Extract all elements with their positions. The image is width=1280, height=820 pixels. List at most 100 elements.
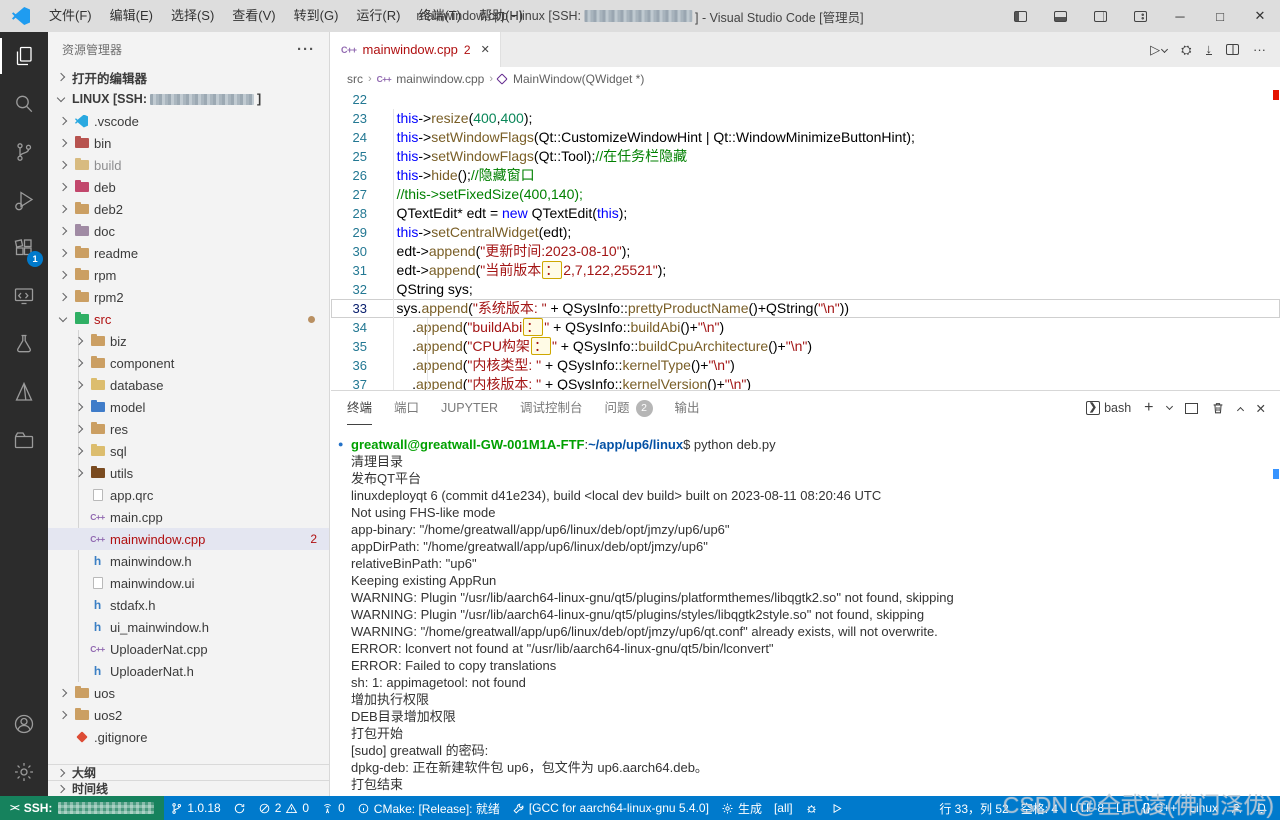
new-terminal-icon[interactable]: +	[1144, 399, 1153, 417]
tree-item-doc[interactable]: doc	[48, 220, 329, 242]
status-cmake-run[interactable]	[824, 796, 849, 820]
tree-item-component[interactable]: component	[48, 352, 329, 374]
activity-project-manager-icon[interactable]	[0, 416, 48, 464]
tree-item-build[interactable]: build	[48, 154, 329, 176]
deploy-icon[interactable]: ↓	[1206, 44, 1213, 55]
tree-item-sql[interactable]: sql	[48, 440, 329, 462]
panel-tab-调试控制台[interactable]: 调试控制台	[520, 391, 583, 425]
split-editor-icon[interactable]	[1226, 44, 1239, 55]
panel-tab-端口[interactable]: 端口	[394, 391, 419, 425]
tree-item-UploaderNat.cpp[interactable]: C++UploaderNat.cpp	[48, 638, 329, 660]
menu-文件[interactable]: 文件(F)	[40, 0, 101, 32]
tree-item-rpm[interactable]: rpm	[48, 264, 329, 286]
maximize-button[interactable]: □	[1200, 0, 1240, 32]
close-panel-icon[interactable]: ✕	[1256, 401, 1266, 416]
tree-item-res[interactable]: res	[48, 418, 329, 440]
open-editors-section[interactable]: 打开的编辑器	[48, 66, 329, 88]
toggle-sidebar-icon[interactable]	[1000, 0, 1040, 32]
tree-item-database[interactable]: database	[48, 374, 329, 396]
breadcrumb-item[interactable]: src	[347, 72, 363, 86]
workspace-root-section[interactable]: LINUX [SSH: ]	[48, 88, 329, 110]
split-terminal-icon[interactable]	[1185, 403, 1198, 414]
status-git-branch[interactable]: 1.0.18	[164, 796, 226, 820]
status-cmake-target[interactable]: [all]	[768, 796, 799, 820]
code-editor[interactable]: 2223 this->resize(400,400);24 this->setW…	[331, 90, 1280, 390]
activity-cmake-icon[interactable]	[0, 368, 48, 416]
activity-extensions-icon[interactable]: 1	[0, 224, 48, 272]
tree-item-uos[interactable]: uos	[48, 682, 329, 704]
tab-mainwindow-cpp[interactable]: C++ mainwindow.cpp 2 ✕	[331, 32, 501, 67]
status-cursor-position[interactable]: 行 33，列 52	[933, 796, 1014, 820]
menu-转到[interactable]: 转到(G)	[285, 0, 348, 32]
tree-item-mainwindow.h[interactable]: hmainwindow.h	[48, 550, 329, 572]
tree-item-bin[interactable]: bin	[48, 132, 329, 154]
breadcrumb-item[interactable]: mainwindow.cpp	[396, 72, 484, 86]
settings-gear-icon[interactable]: ⛭	[1181, 42, 1191, 58]
status-git-sync[interactable]	[227, 796, 252, 820]
tree-item-rpm2[interactable]: rpm2	[48, 286, 329, 308]
tree-item-biz[interactable]: biz	[48, 330, 329, 352]
close-button[interactable]: ✕	[1240, 0, 1280, 32]
tree-item-.vscode[interactable]: .vscode	[48, 110, 329, 132]
activity-explorer-icon[interactable]	[0, 32, 48, 80]
terminal-dropdown-icon[interactable]	[1165, 403, 1172, 410]
tree-item-mainwindow.cpp[interactable]: C++mainwindow.cpp2	[48, 528, 329, 550]
tree-item-src[interactable]: src	[48, 308, 329, 330]
more-actions-icon[interactable]: ···	[1253, 42, 1266, 57]
tree-item-main.cpp[interactable]: C++main.cpp	[48, 506, 329, 528]
status-cmake-variant[interactable]: CMake: [Release]: 就绪	[351, 796, 506, 820]
panel-tab-JUPYTER[interactable]: JUPYTER	[441, 391, 498, 425]
activity-search-icon[interactable]	[0, 80, 48, 128]
more-actions-icon[interactable]: ···	[297, 41, 315, 58]
activity-testing-icon[interactable]	[0, 320, 48, 368]
activity-remote-explorer-icon[interactable]	[0, 272, 48, 320]
tree-item-model[interactable]: model	[48, 396, 329, 418]
status-eol[interactable]: LF	[1110, 796, 1136, 820]
menu-编辑[interactable]: 编辑(E)	[101, 0, 162, 32]
customize-layout-icon[interactable]	[1120, 0, 1160, 32]
menu-运行[interactable]: 运行(R)	[347, 0, 409, 32]
toggle-secondary-sidebar-icon[interactable]	[1080, 0, 1120, 32]
breadcrumb-item[interactable]: MainWindow(QWidget *)	[513, 72, 644, 86]
activity-source-control-icon[interactable]	[0, 128, 48, 176]
status-problems[interactable]: 20	[252, 796, 315, 820]
tree-item-deb[interactable]: deb	[48, 176, 329, 198]
minimize-button[interactable]: ─	[1160, 0, 1200, 32]
tree-item-deb2[interactable]: deb2	[48, 198, 329, 220]
toggle-panel-icon[interactable]	[1040, 0, 1080, 32]
tree-item-app.qrc[interactable]: app.qrc	[48, 484, 329, 506]
tree-item-readme[interactable]: readme	[48, 242, 329, 264]
status-indentation[interactable]: 空格: 4	[1015, 796, 1064, 820]
tree-item-.gitignore[interactable]: .gitignore	[48, 726, 329, 748]
status-encoding[interactable]: UTF-8	[1064, 796, 1110, 820]
panel-tab-终端[interactable]: 终端	[347, 391, 372, 425]
status-language-mode[interactable]: {}C++	[1136, 796, 1183, 820]
activity-accounts-icon[interactable]	[0, 700, 48, 748]
tree-item-uos2[interactable]: uos2	[48, 704, 329, 726]
activity-run-debug-icon[interactable]	[0, 176, 48, 224]
status-remote-os[interactable]: Linux	[1183, 796, 1224, 820]
tree-item-utils[interactable]: utils	[48, 462, 329, 484]
outline-section[interactable]: 大纲	[48, 764, 329, 780]
terminal-output[interactable]: ●greatwall@greatwall-GW-001M1A-FTF:~/app…	[331, 425, 1280, 793]
tree-item-ui_mainwindow.h[interactable]: hui_mainwindow.h	[48, 616, 329, 638]
menu-选择[interactable]: 选择(S)	[162, 0, 223, 32]
kill-terminal-icon[interactable]	[1211, 401, 1225, 415]
run-or-debug-button[interactable]: ▷	[1150, 42, 1167, 58]
close-tab-icon[interactable]: ✕	[481, 43, 490, 56]
timeline-section[interactable]: 时间线	[48, 780, 329, 796]
tree-item-mainwindow.ui[interactable]: mainwindow.ui	[48, 572, 329, 594]
menu-查看[interactable]: 查看(V)	[223, 0, 284, 32]
tree-item-UploaderNat.h[interactable]: hUploaderNat.h	[48, 660, 329, 682]
status-cmake-debug[interactable]	[799, 796, 824, 820]
remote-indicator[interactable]: >< SSH:	[0, 796, 164, 820]
status-ports[interactable]: 0	[315, 796, 351, 820]
maximize-panel-icon[interactable]	[1236, 406, 1243, 413]
tree-item-stdafx.h[interactable]: hstdafx.h	[48, 594, 329, 616]
activity-settings-icon[interactable]	[0, 748, 48, 796]
panel-tab-问题[interactable]: 问题2	[605, 391, 653, 425]
status-cmake-build[interactable]: 生成	[715, 796, 768, 820]
panel-tab-输出[interactable]: 输出	[675, 391, 700, 425]
status-notifications[interactable]	[1249, 796, 1274, 820]
status-cmake-kit[interactable]: [GCC for aarch64-linux-gnu 5.4.0]	[506, 796, 715, 820]
